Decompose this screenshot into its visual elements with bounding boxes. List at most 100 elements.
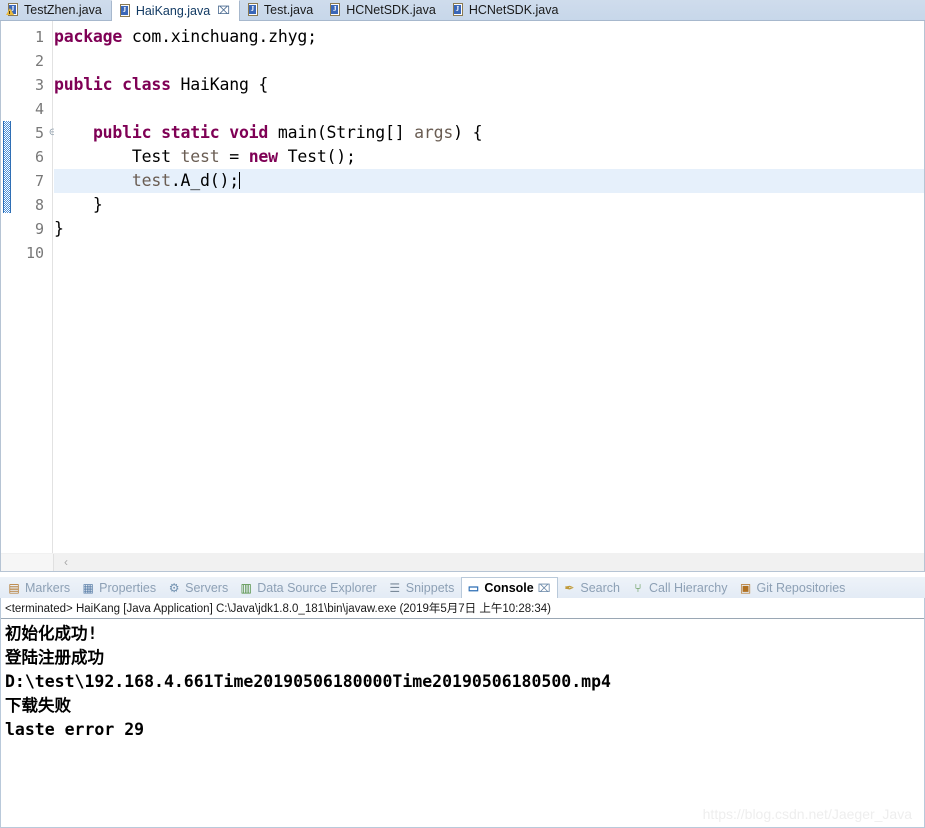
view-tab-label: Data Source Explorer <box>257 580 377 595</box>
code-token: } <box>54 219 64 238</box>
code-line: package com.xinchuang.zhyg; <box>54 25 317 49</box>
view-tab-label: Servers <box>185 580 229 595</box>
editor-tab-label: HCNetSDK.java <box>468 3 559 17</box>
call-hierarchy-icon: ⑂ <box>634 580 642 595</box>
java-badge: J <box>331 5 339 14</box>
properties-icon: ▦ <box>82 580 94 595</box>
view-tab-label: Call Hierarchy <box>649 580 728 595</box>
code-token: args <box>414 123 454 142</box>
search-icon: ✒ <box>564 580 575 595</box>
text-caret <box>238 172 240 189</box>
code-token: HaiKang { <box>170 75 269 94</box>
view-tab-servers[interactable]: ⚙ Servers <box>163 577 235 599</box>
java-file-warning-icon: J <box>6 3 19 17</box>
console-output-line: 初始化成功! <box>5 624 98 643</box>
editor-tab-label: HaiKang.java <box>135 4 211 18</box>
view-tab-console[interactable]: ▭ Console ⌧ <box>461 576 559 599</box>
snippets-icon: ☰ <box>389 580 401 595</box>
scrollbar-track[interactable] <box>78 553 924 571</box>
line-number: 9 <box>34 220 44 238</box>
watermark-text: https://blog.csdn.net/Jaeger_Java <box>702 806 912 822</box>
line-number: 2 <box>34 52 44 70</box>
eclipse-ide-window: J TestZhen.java J HaiKang.java ⌧ J Test.java J H… <box>0 0 925 828</box>
line-number: 7 <box>34 172 44 190</box>
line-number: 8 <box>34 196 44 214</box>
java-file-icon: J <box>119 4 131 18</box>
line-number: 1 <box>34 28 44 46</box>
close-icon[interactable]: ⌧ <box>538 582 551 595</box>
editor-tab-hcnetsdk-java-3[interactable]: J HCNetSDK.java <box>322 0 445 20</box>
code-line: test.A_d(); <box>54 169 240 193</box>
view-tab-label: Git Repositories <box>756 580 846 595</box>
view-tab-properties[interactable]: ▦ Properties <box>77 577 163 599</box>
console-icon: ▭ <box>467 581 480 595</box>
line-number: 6 <box>34 148 44 166</box>
warning-triangle <box>6 8 14 15</box>
git-repositories-icon: ▣ <box>739 580 752 595</box>
code-line: } <box>54 193 103 217</box>
view-tab-label: Search <box>580 580 620 595</box>
view-tab-label: Console <box>484 581 534 595</box>
scrollbar-corner <box>1 553 54 571</box>
console-output-line: 下载失败 <box>5 696 71 715</box>
code-line: public static void main(String[] args) { <box>54 121 483 145</box>
view-tab-label: Markers <box>25 580 71 595</box>
code-token: new <box>248 147 278 166</box>
code-token: ) { <box>453 123 483 142</box>
servers-icon: ⚙ <box>168 580 180 595</box>
code-token: main(String[] <box>268 123 415 142</box>
editor-tab-bar: J TestZhen.java J HaiKang.java ⌧ J Test.java J H… <box>0 0 925 21</box>
line-number: 3 <box>34 76 44 94</box>
java-file-icon: J <box>247 3 259 17</box>
view-tab-label: Properties <box>99 580 157 595</box>
bottom-view-tab-bar: ▤ Markers ▦ Properties ⚙ Servers ▥ Data Source … <box>0 576 925 599</box>
line-number: 10 <box>25 244 44 262</box>
close-icon[interactable]: ⌧ <box>217 5 230 17</box>
editor-horizontal-scrollbar[interactable]: ‹ <box>0 553 925 572</box>
code-token: public static void <box>92 123 269 142</box>
code-line: Test test = new Test(); <box>54 145 356 169</box>
console-output-line: D:\test\192.168.4.661Time20190506180000T… <box>5 672 611 691</box>
code-token: test <box>180 147 220 166</box>
editor-tab-testzhen-java-0[interactable]: J TestZhen.java <box>0 0 111 20</box>
code-line: } <box>54 217 64 241</box>
console-launch-label: <terminated> HaiKang [Java Application] … <box>1 598 924 619</box>
console-output-line: 登陆注册成功 <box>5 648 104 667</box>
code-token: .A_d(); <box>170 171 239 190</box>
code-token: Test(); <box>277 147 356 166</box>
java-file-icon: J <box>452 3 464 17</box>
code-text-area[interactable]: package com.xinchuang.zhyg; public class … <box>54 21 924 553</box>
java-badge: J <box>120 6 128 15</box>
code-token: = <box>219 147 249 166</box>
view-tab-data-source-explorer[interactable]: ▥ Data Source Explorer <box>235 577 384 599</box>
line-number-gutter: 1 2 3 4 5 ⊖ 6 7 8 9 10 <box>11 21 57 553</box>
view-tab-markers[interactable]: ▤ Markers <box>3 577 77 599</box>
code-token: test <box>131 171 171 190</box>
line-number: 4 <box>34 100 44 118</box>
code-token: package <box>54 27 123 46</box>
editor-tab-label: TestZhen.java <box>24 3 102 17</box>
view-tab-snippets[interactable]: ☰ Snippets <box>384 577 462 599</box>
code-token: Test <box>54 147 181 166</box>
markers-icon: ▤ <box>8 580 20 595</box>
view-tab-call-hierarchy[interactable]: ⑂ Call Hierarchy <box>627 577 735 599</box>
code-line: public class HaiKang { <box>54 73 268 97</box>
editor-tab-label: Test.java <box>263 3 314 17</box>
editor-tab-haikang-java-1[interactable]: J HaiKang.java ⌧ <box>110 0 240 21</box>
line-number: 5 <box>34 124 44 142</box>
code-editor[interactable]: 1 2 3 4 5 ⊖ 6 7 8 9 10 package com.xinchuang.zhyg;… <box>0 21 925 553</box>
editor-tab-test-java-2[interactable]: J Test.java <box>240 0 322 20</box>
code-token: public class <box>54 75 171 94</box>
java-file-icon: J <box>329 3 341 17</box>
data-source-explorer-icon: ▥ <box>240 580 252 595</box>
view-tab-label: Snippets <box>405 580 455 595</box>
scroll-left-arrow-icon[interactable]: ‹ <box>54 554 78 571</box>
console-view[interactable]: <terminated> HaiKang [Java Application] … <box>0 598 925 828</box>
view-tab-search[interactable]: ✒ Search <box>558 577 627 599</box>
code-token: } <box>54 195 103 214</box>
console-output-line: laste error 29 <box>5 720 145 739</box>
editor-tab-hcnetsdk-java-4[interactable]: J HCNetSDK.java <box>445 0 568 20</box>
view-tab-git-repositories[interactable]: ▣ Git Repositories <box>735 577 853 599</box>
